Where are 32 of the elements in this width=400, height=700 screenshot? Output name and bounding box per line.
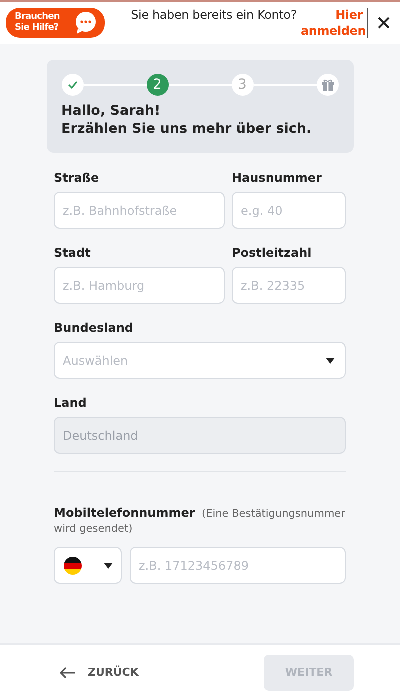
field-label: Straße	[54, 171, 100, 185]
check-icon	[68, 81, 78, 89]
current-step: 2	[146, 74, 168, 96]
close-button[interactable]	[376, 15, 392, 31]
input-field[interactable]: e.g. 40	[232, 192, 346, 229]
field-label: Land	[54, 396, 88, 410]
dropdown[interactable]: Auswählen	[54, 342, 346, 379]
field-label: Mobiltelefonnummer (Eine Bestätigungsnummer wird gesendet)	[54, 506, 346, 537]
caret-icon	[104, 562, 113, 568]
help-button[interactable]: Brauchen Sie Hilfe?	[6, 8, 105, 38]
arrow-left-icon	[60, 666, 76, 678]
subtitle: Erzählen Sie uns mehr über sich.	[62, 120, 313, 138]
close-icon	[378, 17, 390, 29]
back-button[interactable]: ZURÜCK	[60, 666, 139, 679]
upcoming-step: 3	[232, 74, 254, 96]
country-dropdown[interactable]	[54, 547, 122, 584]
chat-icon	[74, 11, 98, 35]
field-label: Postleitzahl	[232, 246, 313, 260]
input-field[interactable]: z.B. Hamburg	[54, 267, 225, 304]
greeting: Hallo, Sarah!	[62, 102, 162, 120]
account-prompt: Sie haben bereits ein Konto?	[131, 7, 297, 23]
input-field[interactable]: z.B. Bahnhofstraße	[54, 192, 225, 229]
gift-icon	[322, 79, 334, 91]
field-label: Stadt	[54, 246, 92, 260]
login-link[interactable]: Hier anmelden	[301, 7, 363, 39]
caret-icon	[326, 358, 335, 364]
input-field[interactable]: z.B. 22335	[232, 267, 346, 304]
dropdown-placeholder: Auswählen	[63, 354, 128, 368]
phone-field[interactable]: z.B. 17123456789	[130, 547, 346, 584]
field-label: Hausnummer	[232, 171, 323, 185]
flag-icon	[64, 556, 82, 574]
field-label: Bundesland	[54, 321, 134, 335]
